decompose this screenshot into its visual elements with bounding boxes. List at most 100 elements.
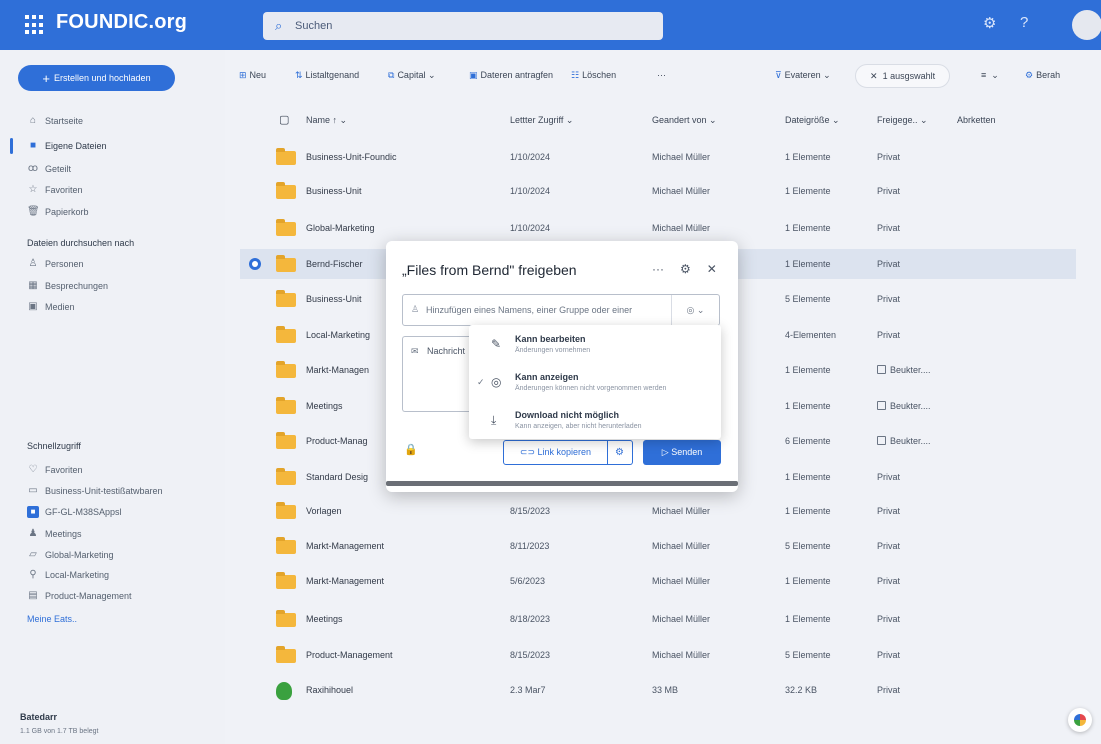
row-name[interactable]: Vorlagen bbox=[306, 506, 342, 516]
nav-item-media[interactable]: ▣ Medien bbox=[27, 301, 74, 312]
nav-item-favorites[interactable]: ☆ Favoriten bbox=[27, 184, 83, 195]
row-name[interactable]: Markt-Managen bbox=[306, 365, 369, 375]
dialog-title: „Files from Bernd" freigeben bbox=[402, 262, 577, 278]
app-launcher-icon[interactable] bbox=[25, 15, 45, 35]
table-row[interactable]: Vorlagen 8/15/2023 Michael Müller 1 Element… bbox=[240, 496, 1076, 526]
request-files-button[interactable]: ▣ Dateren antragfen bbox=[469, 70, 553, 81]
quick-item-product-management[interactable]: ▤ Product-Management bbox=[27, 590, 131, 601]
row-name[interactable]: Product-Manag bbox=[306, 436, 368, 446]
dialog-actions: ··· ⚙ ✕ bbox=[652, 262, 717, 276]
row-date: 1/10/2024 bbox=[510, 186, 551, 196]
row-modified-by: 33 MB bbox=[652, 685, 679, 695]
selection-pill[interactable]: ✕ 1 ausgswahlt bbox=[855, 64, 951, 88]
copilot-icon[interactable] bbox=[1068, 708, 1092, 732]
column-size[interactable]: Dateigröße ⌄ bbox=[785, 115, 840, 126]
column-modified-by[interactable]: Geandert von ⌄ bbox=[652, 115, 717, 126]
nav-item-home[interactable]: ⌂ Startseite bbox=[27, 115, 83, 126]
row-sharing: Privat bbox=[877, 186, 901, 196]
dialog-scrollbar[interactable] bbox=[386, 481, 738, 486]
copy-link-button[interactable]: ⊂⊃ Link kopieren bbox=[503, 440, 608, 465]
table-row[interactable]: Business-Unit 1/10/2024 Michael Müller 1 El… bbox=[240, 176, 1076, 206]
gear-icon[interactable]: ⚙ bbox=[680, 262, 691, 276]
search-box[interactable]: ⌕ Suchen bbox=[263, 12, 663, 40]
view-options-button[interactable]: ≡ ⌄ bbox=[981, 70, 999, 81]
row-name[interactable]: Product-Management bbox=[306, 650, 393, 660]
column-sharing[interactable]: Freigege.. ⌄ bbox=[877, 115, 928, 126]
avatar[interactable] bbox=[1072, 10, 1101, 40]
table-row[interactable]: Raxihihouel 2.3 Mar7 33 MB 32.2 KB Privat bbox=[240, 675, 1076, 705]
lock-icon[interactable]: 🔒 bbox=[404, 443, 418, 456]
column-name[interactable]: Name ↑ ⌄ bbox=[306, 115, 347, 126]
row-name[interactable]: Meetings bbox=[306, 401, 343, 411]
row-name[interactable]: Business-Unit bbox=[306, 294, 362, 304]
menu-item-can-view[interactable]: ✓ ◎ Kann anzeigen Änderungen können nich… bbox=[469, 365, 721, 401]
column-accessed[interactable]: Lettter Zugriff ⌄ bbox=[510, 115, 573, 126]
active-indicator bbox=[10, 138, 13, 154]
more-commands-button[interactable]: ··· bbox=[657, 70, 666, 80]
quick-item-favorites[interactable]: ♡ Favoriten bbox=[27, 464, 83, 475]
row-sharing: Privat bbox=[877, 506, 901, 516]
row-name[interactable]: Markt-Management bbox=[306, 541, 384, 551]
help-icon[interactable]: ? bbox=[1020, 14, 1028, 31]
folder-icon bbox=[276, 182, 296, 199]
menu-item-no-download[interactable]: ⤓ Download nicht möglich Kann anzeigen, … bbox=[469, 403, 721, 439]
row-name[interactable]: Global-Marketing bbox=[306, 223, 375, 233]
row-name[interactable]: Meetings bbox=[306, 614, 343, 624]
quick-item-business-unit[interactable]: ▭ Business-Unit-testißatwbaren bbox=[27, 485, 162, 496]
nav-item-my-files[interactable]: ■ Eigene Dateien bbox=[27, 140, 107, 151]
table-row[interactable]: Meetings 8/18/2023 Michael Müller 1 Element… bbox=[240, 604, 1076, 634]
copy-icon: ⧉ bbox=[388, 70, 395, 80]
row-name[interactable]: Local-Marketing bbox=[306, 330, 370, 340]
quick-item-gf-gl[interactable]: ■ GF-GL-M38SAppsl bbox=[27, 506, 122, 518]
nav-item-label: Geteilt bbox=[45, 163, 72, 174]
quick-item-local-marketing[interactable]: ⚲ Local-Marketing bbox=[27, 569, 109, 580]
column-activity[interactable]: Abrketten bbox=[957, 115, 996, 125]
table-row[interactable]: Product-Management 8/15/2023 Michael Mülle… bbox=[240, 640, 1076, 670]
quick-item-meetings[interactable]: ♟ Meetings bbox=[27, 528, 82, 539]
nav-item-meetings[interactable]: ▦ Besprechungen bbox=[27, 280, 108, 291]
filter-button[interactable]: ⊽ Evateren ⌄ bbox=[775, 70, 831, 81]
row-name[interactable]: Raxihihouel bbox=[306, 685, 353, 695]
image-icon: ▣ bbox=[28, 301, 38, 312]
row-date: 5/6/2023 bbox=[510, 576, 546, 586]
row-name[interactable]: Business-Unit bbox=[306, 186, 362, 196]
recipient-placeholder[interactable]: Hinzufügen eines Namens, einer Gruppe od… bbox=[426, 305, 672, 315]
link-settings-button[interactable]: ⚙ bbox=[607, 440, 633, 465]
row-name[interactable]: Bernd-Fischer bbox=[306, 259, 363, 269]
send-button[interactable]: ▷ Senden bbox=[643, 440, 721, 465]
table-row[interactable]: Markt-Management 8/11/2023 Michael Müller 5… bbox=[240, 531, 1076, 561]
search-input[interactable]: Suchen bbox=[295, 20, 332, 32]
details-button[interactable]: ⚙ Berah bbox=[1025, 70, 1060, 81]
row-name[interactable]: Markt-Management bbox=[306, 576, 384, 586]
nav-item-label: Favoriten bbox=[45, 464, 83, 475]
listview-button[interactable]: ⇅ Listaltgenand bbox=[295, 70, 359, 81]
heart-icon: ♡ bbox=[28, 464, 38, 475]
quick-item-global-marketing[interactable]: ▱ Global-Marketing bbox=[27, 549, 113, 560]
row-name[interactable]: Standard Desig bbox=[306, 472, 368, 482]
row-size: 1 Elemente bbox=[785, 365, 831, 375]
share-recipient-field[interactable]: ♙ Hinzufügen eines Namens, einer Gruppe … bbox=[402, 294, 720, 326]
permission-dropdown[interactable]: ◎ ⌄ bbox=[671, 295, 719, 325]
row-name[interactable]: Business-Unit-Foundic bbox=[306, 152, 397, 162]
gear-icon[interactable]: ⚙ bbox=[983, 14, 996, 32]
table-row[interactable]: Global-Marketing 1/10/2024 Michael Müller 1… bbox=[240, 213, 1076, 243]
more-options-icon[interactable]: ··· bbox=[652, 262, 664, 276]
new-button[interactable]: ⊞ Neu bbox=[239, 70, 266, 81]
storage-title[interactable]: Batedarr bbox=[20, 712, 57, 722]
selected-radio-icon[interactable] bbox=[249, 258, 261, 270]
file-type-header-icon[interactable]: ▢ bbox=[279, 113, 289, 126]
nav-item-trash[interactable]: 🗑 Papierkorb bbox=[27, 206, 89, 217]
create-upload-button[interactable]: + Erstellen und hochladen bbox=[18, 65, 175, 91]
brand-title[interactable]: FOUNDIC.org bbox=[56, 11, 187, 34]
quick-access-heading: Schnellzugriff bbox=[27, 441, 81, 451]
more-sites-link[interactable]: Meine Eats.. bbox=[27, 614, 77, 624]
clear-selection-icon[interactable]: ✕ bbox=[870, 71, 878, 81]
nav-item-shared[interactable]: ꝏ Geteilt bbox=[27, 163, 71, 174]
close-icon[interactable]: ✕ bbox=[707, 262, 717, 276]
capital-button[interactable]: ⧉ Capital ⌄ bbox=[388, 70, 436, 81]
menu-item-can-edit[interactable]: ✎ Kann bearbeiten Änderungen vornehmen bbox=[469, 327, 721, 363]
delete-button[interactable]: ☷ Löschen bbox=[571, 70, 616, 81]
nav-item-people[interactable]: ♙ Personen bbox=[27, 258, 84, 269]
table-row[interactable]: Markt-Management 5/6/2023 Michael Müller 1 … bbox=[240, 566, 1076, 596]
table-row[interactable]: Business-Unit-Foundic 1/10/2024 Michael Mü… bbox=[240, 142, 1076, 172]
